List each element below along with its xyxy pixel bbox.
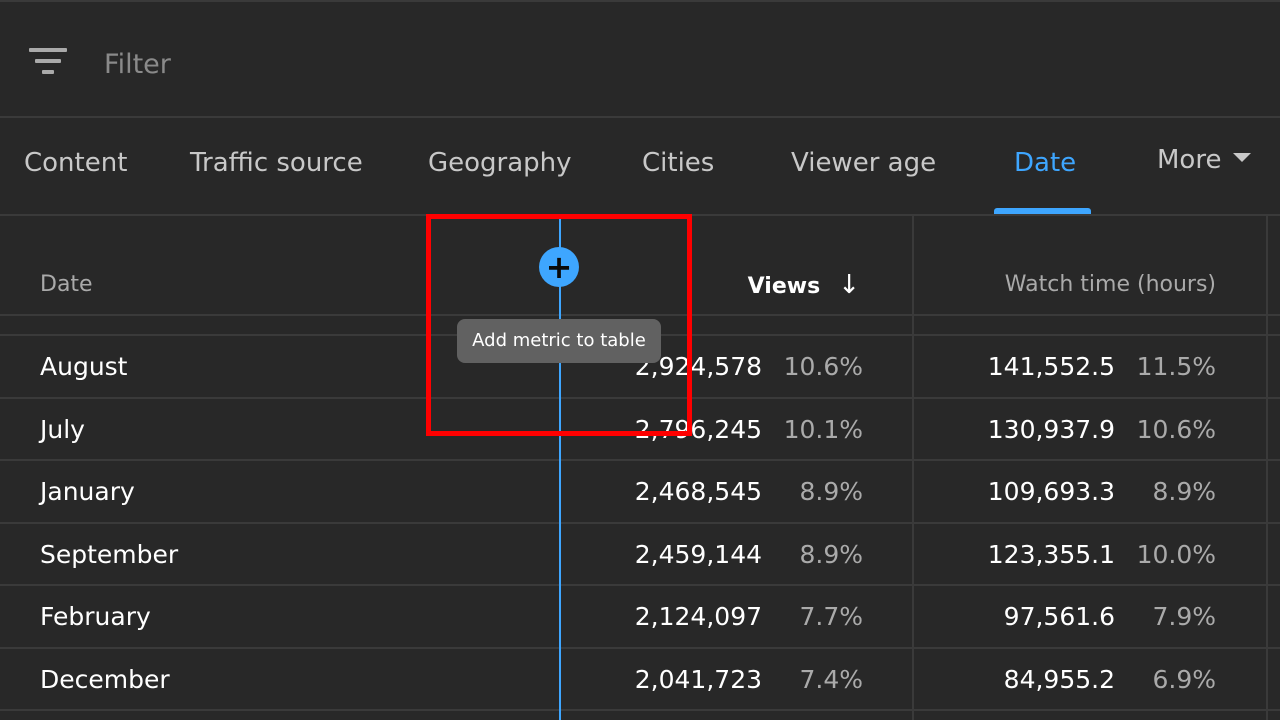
filter-input[interactable] bbox=[104, 42, 704, 86]
watch-time-percent-cell: 7.9% bbox=[1152, 602, 1216, 631]
views-cell: 2,459,144 bbox=[634, 539, 762, 569]
tab-geography[interactable]: Geography bbox=[428, 148, 572, 178]
views-percent-cell: 10.1% bbox=[783, 414, 863, 444]
watch-time-cell: 141,552.5 bbox=[987, 352, 1115, 381]
header-watch-time[interactable]: Watch time (hours) bbox=[1005, 272, 1216, 297]
table-row[interactable]: January 2,468,545 8.9% 109,693.3 8.9% bbox=[0, 461, 1280, 524]
header-date[interactable]: Date bbox=[40, 272, 93, 297]
tab-content[interactable]: Content bbox=[24, 148, 127, 178]
views-percent-cell: 7.4% bbox=[799, 664, 863, 694]
watch-time-cell: 123,355.1 bbox=[987, 539, 1115, 569]
header-views-label: Views bbox=[747, 274, 821, 299]
active-tab-indicator bbox=[994, 208, 1091, 214]
date-cell: September bbox=[40, 539, 179, 569]
views-cell: 2,468,545 bbox=[634, 477, 762, 506]
date-cell: January bbox=[40, 477, 135, 506]
table-row[interactable]: July 2,796,245 10.1% 130,937.9 10.6% bbox=[0, 399, 1280, 461]
table-body: August 2,924,578 10.6% 141,552.5 11.5% July 2,… bbox=[0, 314, 1280, 711]
watch-time-cell: 109,693.3 bbox=[987, 477, 1115, 506]
date-cell: August bbox=[40, 352, 128, 381]
table-row[interactable]: February 2,124,097 7.7% 97,561.6 7.9% bbox=[0, 586, 1280, 649]
views-percent-cell: 10.6% bbox=[783, 352, 863, 381]
watch-time-percent-cell: 11.5% bbox=[1136, 352, 1216, 381]
table-header: Date Views ↓ Watch time (hours) bbox=[0, 216, 1280, 316]
views-percent-cell: 8.9% bbox=[799, 539, 863, 569]
watch-time-cell: 130,937.9 bbox=[987, 414, 1115, 444]
tab-date[interactable]: Date bbox=[1014, 148, 1076, 178]
filter-icon[interactable] bbox=[28, 48, 68, 80]
column-insert-line bbox=[559, 218, 561, 720]
tab-viewer-age[interactable]: Viewer age bbox=[791, 148, 936, 178]
tab-more[interactable]: More bbox=[1157, 145, 1252, 175]
tab-more-label: More bbox=[1157, 145, 1222, 175]
views-cell: 2,041,723 bbox=[634, 664, 762, 694]
views-percent-cell: 8.9% bbox=[799, 477, 863, 506]
add-metric-button[interactable]: + bbox=[539, 247, 579, 287]
views-percent-cell: 7.7% bbox=[799, 602, 863, 631]
caret-down-icon bbox=[1233, 153, 1252, 162]
watch-time-cell: 97,561.6 bbox=[1003, 602, 1115, 631]
watch-time-percent-cell: 10.6% bbox=[1136, 414, 1216, 444]
dimension-tabs: Content Traffic source Geography Cities … bbox=[0, 118, 1280, 216]
filter-bar bbox=[0, 0, 1280, 118]
header-views[interactable]: Views ↓ bbox=[747, 270, 860, 302]
tab-traffic-source[interactable]: Traffic source bbox=[190, 148, 363, 178]
watch-time-percent-cell: 6.9% bbox=[1152, 664, 1216, 694]
add-metric-tooltip: Add metric to table bbox=[457, 319, 661, 363]
date-cell: July bbox=[40, 414, 85, 444]
date-cell: February bbox=[40, 602, 151, 631]
tab-cities[interactable]: Cities bbox=[642, 148, 714, 178]
watch-time-percent-cell: 10.0% bbox=[1136, 539, 1216, 569]
sort-descending-icon[interactable]: ↓ bbox=[838, 270, 860, 300]
table-row[interactable]: September 2,459,144 8.9% 123,355.1 10.0% bbox=[0, 524, 1280, 586]
table-row[interactable]: December 2,041,723 7.4% 84,955.2 6.9% bbox=[0, 649, 1280, 711]
date-cell: December bbox=[40, 664, 170, 694]
views-cell: 2,796,245 bbox=[634, 414, 762, 444]
watch-time-cell: 84,955.2 bbox=[1003, 664, 1115, 694]
views-cell: 2,124,097 bbox=[634, 602, 762, 631]
watch-time-percent-cell: 8.9% bbox=[1152, 477, 1216, 506]
